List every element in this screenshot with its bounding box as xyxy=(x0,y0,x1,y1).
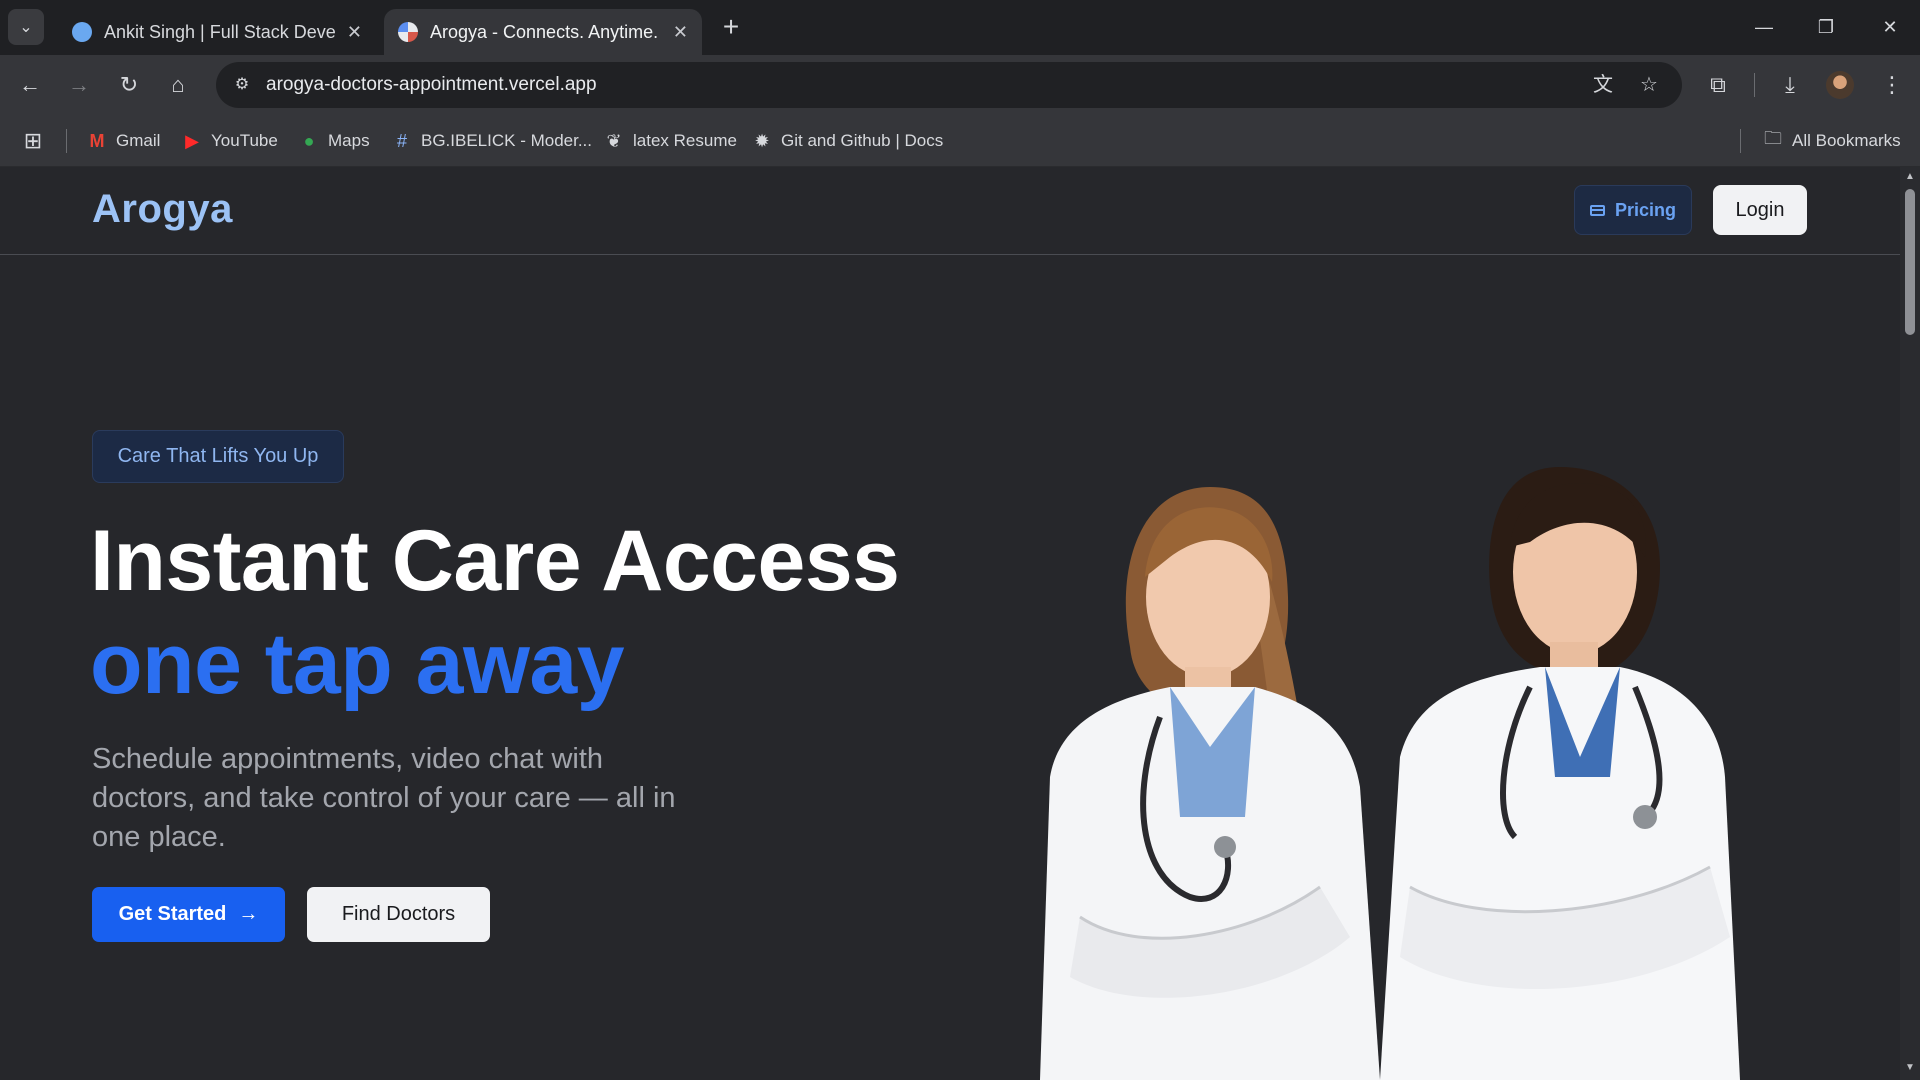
bookmark-label: latex Resume xyxy=(633,131,737,150)
all-bookmarks-label: All Bookmarks xyxy=(1792,131,1901,150)
url-text[interactable]: arogya-doctors-appointment.vercel.app xyxy=(266,62,597,108)
right-doctor-figure xyxy=(1380,467,1740,1080)
hero-headline: Instant Care Access xyxy=(90,513,900,609)
bookmark-label: Maps xyxy=(328,131,370,150)
bookmark-label: BG.IBELICK - Moder... xyxy=(421,131,593,150)
pricing-label: Pricing xyxy=(1614,199,1676,220)
bookmark-gmail[interactable]: M Gmail xyxy=(86,115,161,167)
arogya-favicon-icon xyxy=(398,22,418,42)
profile-avatar[interactable] xyxy=(1826,71,1854,99)
browser-toolbar: ← → ↻ ⌂ ⚙ arogya-doctors-appointment.ver… xyxy=(0,55,1920,115)
gmail-icon: M xyxy=(89,130,105,151)
bookmark-label: Git and Github | Docs xyxy=(781,131,944,150)
close-window-icon[interactable]: ✕ xyxy=(1870,10,1910,44)
browser-tab-bar: ⌄ Ankit Singh | Full Stack Developer ✕ A… xyxy=(0,0,1920,55)
translate-icon[interactable]: 文 xyxy=(1590,73,1616,97)
bookmark-maps[interactable]: ● Maps xyxy=(298,115,370,167)
star-bookmark-icon[interactable]: ☆ xyxy=(1636,73,1662,97)
bookmarks-divider xyxy=(1740,129,1741,153)
web-page: Arogya Pricing Login Care That Lifts You… xyxy=(0,167,1900,1080)
find-doctors-button[interactable]: Find Doctors xyxy=(307,887,490,942)
home-icon[interactable]: ⌂ xyxy=(162,69,194,101)
arrow-right-icon: → xyxy=(238,903,259,925)
overleaf-icon: ❦ xyxy=(606,130,622,151)
download-icon[interactable]: ⤓ xyxy=(1774,69,1806,101)
login-button[interactable]: Login xyxy=(1713,185,1807,235)
browser-tab-active[interactable]: Arogya - Connects. Anytime. Anywhere. ✕ xyxy=(384,9,702,55)
chevron-down-icon: ⌄ xyxy=(19,19,33,36)
hero-headline-accent: one tap away xyxy=(90,616,625,712)
left-doctor-figure xyxy=(1040,487,1380,1080)
forward-arrow-icon[interactable]: → xyxy=(63,69,95,101)
all-bookmarks-button[interactable]: 🗀 All Bookmarks xyxy=(1762,115,1901,167)
credit-card-icon xyxy=(1589,204,1605,216)
youtube-icon: ▶ xyxy=(185,130,199,151)
get-started-label: Get Started xyxy=(118,903,227,925)
scroll-up-icon[interactable]: ▲ xyxy=(1900,169,1920,185)
hash-icon: # xyxy=(396,130,407,151)
back-arrow-icon[interactable]: ← xyxy=(14,69,46,101)
toolbar-divider xyxy=(1754,73,1755,97)
minimize-icon[interactable]: — xyxy=(1744,10,1784,44)
close-icon[interactable]: ✕ xyxy=(673,22,688,43)
browser-tab[interactable]: Ankit Singh | Full Stack Developer ✕ xyxy=(58,9,376,55)
hero-doctors-image xyxy=(1040,467,1740,1080)
maps-icon: ● xyxy=(303,130,315,151)
site-header: Arogya Pricing Login xyxy=(0,167,1900,255)
kebab-menu-icon[interactable]: ⋮ xyxy=(1876,69,1908,101)
hero-badge: Care That Lifts You Up xyxy=(92,430,344,483)
bookmark-git-github-docs[interactable]: ✹ Git and Github | Docs xyxy=(751,115,943,167)
bookmark-youtube[interactable]: ▶ YouTube xyxy=(181,115,278,167)
hero-subtitle: Schedule appointments, video chat with d… xyxy=(92,743,676,853)
site-logo[interactable]: Arogya xyxy=(92,187,233,232)
restore-icon[interactable]: ❐ xyxy=(1806,10,1846,44)
bookmark-label: YouTube xyxy=(211,131,278,150)
bookmark-latex-resume[interactable]: ❦ latex Resume xyxy=(603,115,737,167)
tab-title: Arogya - Connects. Anytime. Anywhere. xyxy=(430,21,661,42)
address-bar[interactable]: ⚙ arogya-doctors-appointment.vercel.app … xyxy=(216,62,1682,108)
scroll-thumb[interactable] xyxy=(1905,189,1915,335)
gear-icon: ✹ xyxy=(754,130,770,151)
bookmarks-divider xyxy=(66,129,67,153)
get-started-button[interactable]: Get Started → xyxy=(92,887,285,942)
scroll-down-icon[interactable]: ▼ xyxy=(1900,1060,1920,1076)
pricing-button[interactable]: Pricing xyxy=(1574,185,1692,235)
bookmark-label: Gmail xyxy=(116,131,161,150)
extensions-puzzle-icon[interactable]: ⧉ xyxy=(1702,69,1734,101)
new-tab-plus-icon[interactable]: + xyxy=(716,12,746,42)
apps-grid-icon[interactable]: ⊞ xyxy=(22,115,52,167)
page-scrollbar[interactable]: ▲ ▼ xyxy=(1900,167,1920,1080)
bookmark-bg-ibelick[interactable]: # BG.IBELICK - Moder... xyxy=(391,115,592,167)
portfolio-favicon-icon xyxy=(72,22,92,42)
tab-search-button[interactable]: ⌄ xyxy=(8,9,44,45)
reload-icon[interactable]: ↻ xyxy=(113,69,145,101)
close-icon[interactable]: ✕ xyxy=(347,22,362,43)
site-settings-icon[interactable]: ⚙ xyxy=(230,73,254,97)
folder-icon: 🗀 xyxy=(1764,128,1782,148)
tab-title: Ankit Singh | Full Stack Developer xyxy=(104,21,335,42)
bookmarks-bar: ⊞ M Gmail ▶ YouTube ● Maps # BG.IBELICK … xyxy=(0,115,1920,167)
